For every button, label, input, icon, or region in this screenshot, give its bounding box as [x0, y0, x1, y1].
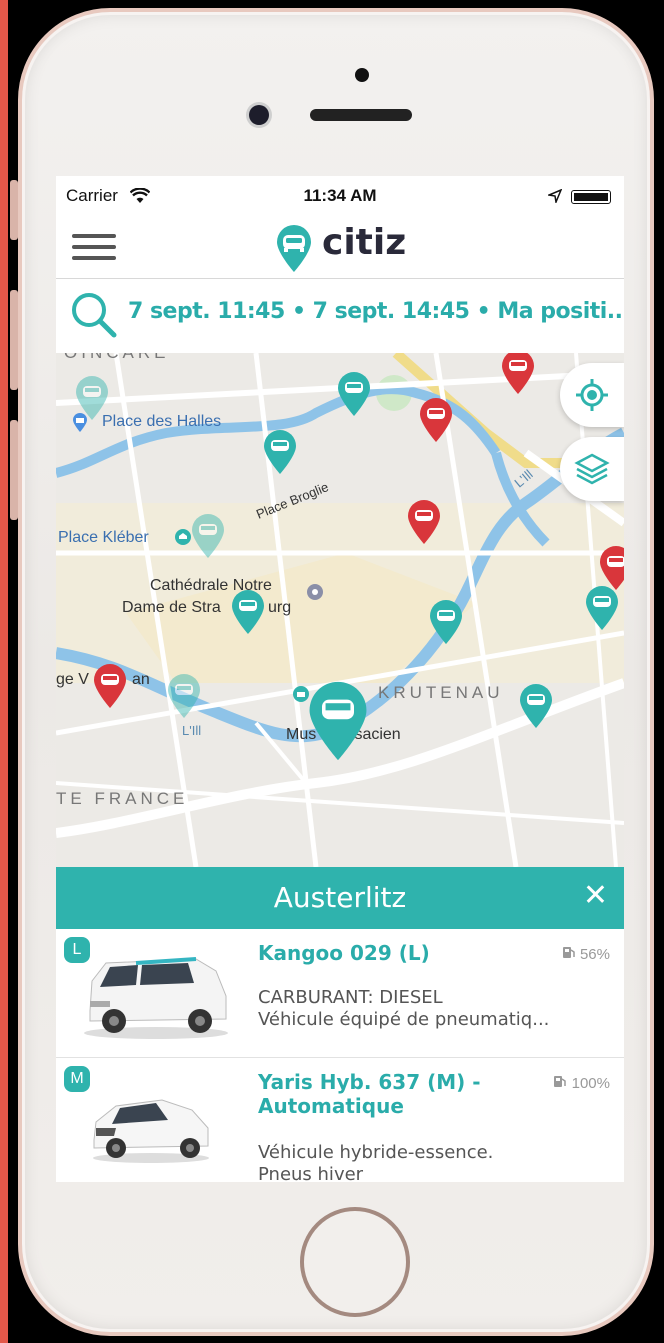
close-icon[interactable]: ✕ [583, 881, 608, 911]
map-view[interactable]: OINCARE Place des Halles Place Broglie P… [56, 353, 624, 867]
vehicle-description-line: Pneus hiver [258, 1164, 364, 1182]
status-bar: Carrier 11:34 AM [56, 176, 624, 216]
unavailable-station-pin[interactable] [598, 545, 624, 595]
home-button[interactable] [300, 1207, 410, 1317]
station-panel-header: Austerlitz ✕ [56, 867, 624, 929]
station-pin[interactable] [190, 513, 226, 563]
map-poi-label: ge V [56, 671, 89, 688]
app-header: citiz [56, 216, 624, 279]
vehicle-description-line: CARBURANT: DIESEL [258, 987, 443, 1008]
station-pin[interactable] [518, 683, 554, 733]
vehicle-name: Kangoo 029 (L) [258, 941, 430, 965]
fuel-level: 56% [562, 945, 610, 963]
unavailable-station-pin[interactable] [406, 499, 442, 549]
vehicle-description-line: Véhicule hybride-essence. [258, 1142, 494, 1163]
fuel-pump-icon [562, 946, 580, 963]
fuel-level: 100% [553, 1074, 610, 1092]
vehicle-description-line: Véhicule équipé de pneumatiq... [258, 1009, 550, 1030]
locate-me-button[interactable] [560, 363, 624, 427]
map-river-label: L'Ill [182, 723, 202, 738]
app-logo-text: citiz [322, 222, 407, 263]
station-pin[interactable] [166, 673, 202, 723]
trip-summary[interactable]: 7 sept. 11:45 • 7 sept. 14:45 • Ma posit… [128, 299, 624, 324]
station-pin[interactable] [336, 371, 372, 421]
fuel-percent: 100% [571, 1075, 610, 1092]
map-poi-label: Place des Halles [102, 413, 222, 430]
yaris-car-image [86, 1078, 216, 1170]
app-screen: Carrier 11:34 AM citiz 7 sept. 11:45 • 7… [56, 176, 624, 1182]
citiz-logo-pin-icon [274, 223, 314, 277]
earpiece-speaker [310, 109, 412, 121]
unavailable-station-pin[interactable] [92, 663, 128, 713]
map-poi-icon [306, 583, 324, 606]
unavailable-station-pin[interactable] [418, 397, 454, 447]
menu-icon[interactable] [72, 234, 116, 264]
map-poi-label: an [132, 671, 150, 688]
proximity-sensor [355, 68, 369, 82]
vehicle-card[interactable]: M Yaris Hyb. 637 (M) - Automatique 100% … [56, 1058, 624, 1182]
battery-icon [571, 190, 611, 204]
volume-up-button [10, 290, 18, 390]
map-street-label: OINCARE [64, 353, 169, 363]
map-district-label: KRUTENAU [378, 683, 504, 702]
trip-search-bar[interactable]: 7 sept. 11:45 • 7 sept. 14:45 • Ma posit… [56, 279, 624, 354]
kangoo-car-image [76, 941, 236, 1045]
station-pin[interactable] [262, 429, 298, 479]
fuel-percent: 56% [579, 946, 610, 963]
map-poi-label: Place Kléber [58, 529, 149, 546]
crosshair-icon [576, 379, 608, 411]
map-layers-button[interactable] [560, 437, 624, 501]
station-pin[interactable] [74, 375, 110, 425]
search-icon[interactable] [68, 289, 120, 345]
map-poi-label: urg [268, 599, 292, 616]
map-street-label: TE FRANCE [56, 789, 189, 808]
station-name: Austerlitz [273, 881, 407, 914]
status-time: 11:34 AM [303, 186, 377, 205]
unavailable-station-pin[interactable] [500, 353, 536, 399]
station-pin[interactable] [230, 589, 266, 639]
fuel-pump-icon [553, 1075, 571, 1092]
vehicle-name: Yaris Hyb. 637 (M) - Automatique [258, 1070, 481, 1118]
map-poi-label: Dame de Stra [122, 599, 221, 616]
front-camera [249, 105, 269, 125]
mute-switch [10, 180, 18, 240]
vehicle-card[interactable]: L Kangoo 029 (L) 56% CARBURANT: DIESEL V… [56, 929, 624, 1058]
selected-station-pin[interactable] [306, 679, 370, 767]
location-arrow-icon [546, 188, 563, 208]
volume-down-button [10, 420, 18, 520]
layers-icon [574, 453, 610, 485]
station-pin[interactable] [428, 599, 464, 649]
